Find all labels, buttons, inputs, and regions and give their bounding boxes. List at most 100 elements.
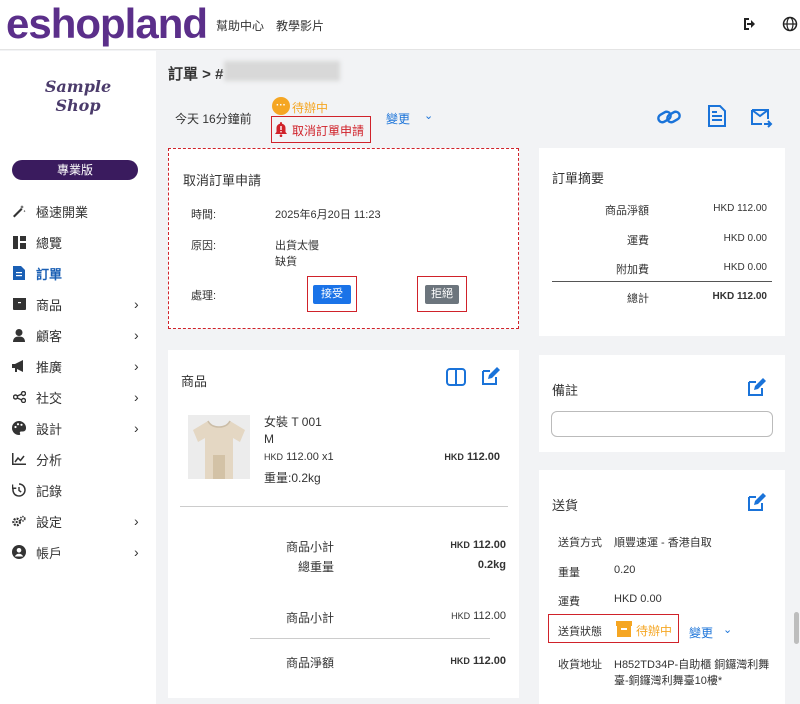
order-number-redacted	[224, 61, 340, 81]
scrollbar-thumb[interactable]	[794, 612, 799, 644]
sidebar-item-orders[interactable]: 訂單	[0, 260, 156, 286]
box-icon	[12, 297, 26, 311]
eshopland-logo[interactable]: eshopland	[6, 2, 208, 46]
edit-shipping-icon[interactable]	[747, 493, 766, 515]
sidebar-item-analytics[interactable]: 分析	[0, 446, 156, 472]
sidebar-item-label: 推廣	[36, 359, 63, 375]
accept-button[interactable]: 接受	[313, 285, 351, 304]
sidebar-item-label: 顧客	[36, 328, 63, 344]
summary-total-label: 總計	[627, 293, 649, 305]
shipping-address-line1: H852TD34P-自助櫃 銅鑼灣利舞	[614, 659, 770, 671]
sidebar-item-label: 極速開業	[36, 204, 89, 220]
share-icon	[12, 390, 26, 404]
shipping-address-label: 收貨地址	[558, 659, 602, 671]
product-unit-price: HKD 112.00 x1	[264, 451, 334, 463]
reason-value-1: 出貨太慢	[275, 240, 319, 252]
chevron-right-icon: ›	[134, 327, 139, 343]
sidebar-item-label: 帳戶	[36, 545, 63, 561]
dashboard-icon	[12, 235, 26, 249]
history-icon	[12, 483, 26, 497]
cancel-request-highlight[interactable]: 取消訂單申請	[271, 116, 371, 143]
summary-divider	[552, 281, 772, 282]
chevron-right-icon: ›	[134, 389, 139, 405]
product-variant: M	[264, 432, 274, 446]
chevron-down-icon[interactable]: ⌄	[723, 623, 732, 636]
sidebar-item-logs[interactable]: 記錄	[0, 477, 156, 503]
shipping-fee-label: 運費	[558, 596, 580, 608]
top-bar: eshopland 幫助中心 教學影片	[0, 0, 800, 50]
account-icon	[12, 545, 26, 559]
sidebar-item-products[interactable]: 商品 ›	[0, 291, 156, 317]
summary-value: HKD 0.00	[723, 233, 767, 244]
link-icon[interactable]	[656, 107, 682, 130]
product-weight: 重量:0.2kg	[264, 471, 321, 485]
sidebar-item-label: 記錄	[36, 483, 63, 499]
split-view-icon[interactable]	[446, 368, 466, 389]
chevron-down-icon[interactable]: ⌄	[424, 109, 433, 122]
edit-products-icon[interactable]	[481, 367, 500, 389]
tutorial-videos-link[interactable]: 教學影片	[276, 17, 324, 34]
reject-button[interactable]: 拒絕	[425, 285, 459, 304]
subtotal-value: HKD 112.00	[450, 539, 506, 551]
file-icon	[12, 266, 26, 280]
shop-logo[interactable]: Sample Shop	[40, 77, 116, 115]
pending-box-icon	[616, 621, 632, 640]
sidebar-item-design[interactable]: 設計 ›	[0, 415, 156, 441]
sidebar-item-customers[interactable]: 顧客 ›	[0, 322, 156, 348]
sidebar-item-label: 分析	[36, 452, 63, 468]
cancel-request-label: 取消訂單申請	[292, 124, 365, 138]
net-label: 商品淨額	[285, 656, 334, 670]
send-email-icon[interactable]	[751, 109, 773, 132]
product-thumbnail[interactable]	[188, 415, 250, 479]
sidebar-item-quick-start[interactable]: 極速開業	[0, 198, 156, 224]
reject-button-highlight: 拒絕	[417, 276, 467, 312]
chevron-right-icon: ›	[134, 513, 139, 529]
user-icon	[12, 328, 26, 342]
palette-icon	[12, 421, 26, 435]
reason-label: 原因:	[191, 240, 217, 252]
sidebar-item-label: 設定	[36, 514, 63, 530]
chart-icon	[12, 452, 26, 466]
shipping-status-label: 送貨狀態	[558, 626, 602, 638]
alert-bell-icon	[274, 122, 288, 140]
language-globe-icon[interactable]	[780, 14, 800, 34]
subtotal-label: 商品小計	[285, 611, 334, 625]
logout-icon[interactable]	[740, 14, 760, 34]
summary-value: HKD 112.00	[713, 203, 767, 214]
subtotal-label: 商品小計	[285, 540, 334, 554]
order-status-badge: 待辦中	[292, 101, 329, 115]
pending-dots-icon: ···	[272, 97, 290, 115]
page-title: 訂單 > #	[168, 66, 224, 83]
help-center-link[interactable]: 幫助中心	[216, 17, 264, 34]
plan-badge: 專業版	[12, 160, 138, 180]
time-value: 2025年6月20日 11:23	[275, 209, 381, 221]
sidebar: Sample Shop 專業版 極速開業 總覽 訂單 商品 › 顧客 › 推廣 …	[0, 51, 156, 704]
sidebar-item-settings[interactable]: 設定 ›	[0, 508, 156, 534]
summary-title: 訂單摘要	[552, 171, 605, 186]
shipping-status-value: 待辦中	[636, 624, 673, 638]
sidebar-item-promotion[interactable]: 推廣 ›	[0, 353, 156, 379]
product-name[interactable]: 女裝 T 001	[264, 413, 322, 430]
sidebar-item-account[interactable]: 帳戶 ›	[0, 539, 156, 565]
action-label: 處理:	[191, 290, 217, 302]
sidebar-item-label: 訂單	[36, 266, 63, 282]
chevron-right-icon: ›	[134, 358, 139, 374]
sidebar-item-label: 設計	[36, 421, 63, 437]
sidebar-item-social[interactable]: 社交 ›	[0, 384, 156, 410]
time-label: 時間:	[191, 209, 217, 221]
subtotal-value: HKD 112.00	[451, 610, 506, 622]
shipping-address-line2: 臺-銅鑼灣利舞臺10樓*	[614, 675, 723, 687]
accept-button-highlight: 接受	[307, 276, 357, 312]
cancel-request-card: 取消訂單申請 時間: 2025年6月20日 11:23 原因: 出貨太慢 缺貨 …	[168, 148, 519, 329]
change-shipping-status-link[interactable]: 變更	[689, 624, 713, 641]
summary-total-value: HKD 112.00	[712, 291, 767, 302]
order-time-ago: 今天 16分鐘前	[175, 112, 252, 126]
sidebar-item-label: 社交	[36, 390, 63, 406]
remarks-input[interactable]	[551, 411, 773, 437]
shipping-card: 送貨 送貨方式 順豐速運 - 香港自取 重量 0.20 運費 HKD 0.00 …	[539, 470, 785, 704]
edit-remarks-icon[interactable]	[747, 378, 766, 400]
sidebar-item-label: 商品	[36, 297, 63, 313]
invoice-document-icon[interactable]	[708, 105, 726, 130]
change-status-link[interactable]: 變更	[386, 110, 410, 127]
sidebar-item-overview[interactable]: 總覽	[0, 229, 156, 255]
